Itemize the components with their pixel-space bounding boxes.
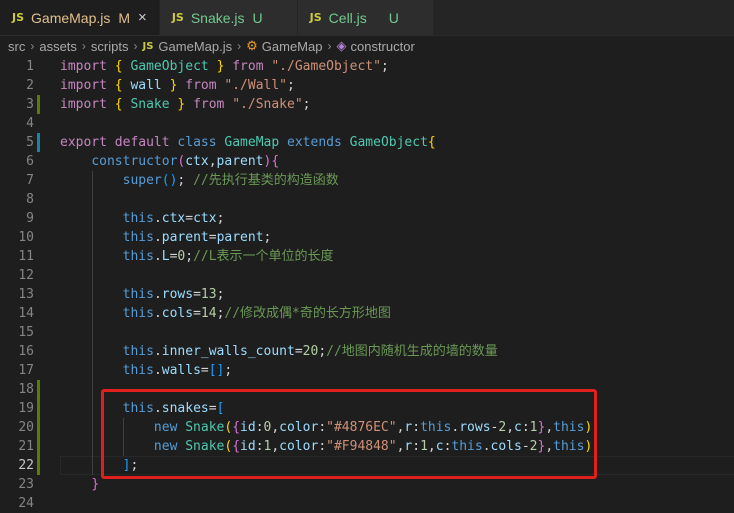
breadcrumb-item-class[interactable]: GameMap xyxy=(262,39,323,54)
code-line[interactable]: 1 import { GameObject } from "./GameObjec… xyxy=(0,57,734,76)
git-added-gutter[interactable] xyxy=(37,418,40,437)
line-number: 2 xyxy=(26,78,34,93)
breadcrumb-item-constructor[interactable]: constructor xyxy=(350,39,414,54)
close-icon[interactable]: × xyxy=(138,9,147,26)
line-number: 6 xyxy=(26,154,34,169)
code-line[interactable]: 7 super(); //先执行基类的构造函数 xyxy=(0,171,734,190)
code-line[interactable]: 8 xyxy=(0,190,734,209)
git-added-gutter[interactable] xyxy=(37,95,40,114)
chevron-right-icon: › xyxy=(237,39,242,53)
tab-snake[interactable]: JS Snake.js U xyxy=(159,0,298,35)
code-line[interactable]: 17 this.walls=[]; xyxy=(0,361,734,380)
tab-label: GameMap.js xyxy=(31,9,111,26)
line-number: 22 xyxy=(18,458,34,473)
code-text: this.cols=14;//修改成偶*奇的长方形地图 xyxy=(122,306,391,321)
breadcrumb-item-scripts[interactable]: scripts xyxy=(91,39,129,54)
line-number: 18 xyxy=(18,382,34,397)
line-number: 17 xyxy=(18,363,34,378)
tab-git-status: U xyxy=(252,9,263,26)
breadcrumb-item-file[interactable]: GameMap.js xyxy=(158,39,232,54)
git-modified-gutter[interactable] xyxy=(37,133,40,152)
js-file-icon: JS xyxy=(171,11,184,24)
code-line[interactable]: 9 this.ctx=ctx; xyxy=(0,209,734,228)
code-text: import { Snake } from "./Snake"; xyxy=(60,97,311,112)
line-number: 21 xyxy=(18,439,34,454)
line-number: 16 xyxy=(18,344,34,359)
git-added-gutter[interactable] xyxy=(37,380,40,399)
code-text: super(); //先执行基类的构造函数 xyxy=(122,173,339,188)
code-text: } xyxy=(91,477,100,492)
code-line[interactable]: 13 this.rows=13; xyxy=(0,285,734,304)
line-number: 12 xyxy=(18,268,34,283)
js-file-icon: JS xyxy=(12,11,25,24)
class-symbol-icon: ⚙ xyxy=(246,38,258,53)
breadcrumb-item-assets[interactable]: assets xyxy=(39,39,77,54)
js-file-icon: JS xyxy=(309,11,322,24)
line-number: 8 xyxy=(26,192,34,207)
code-text: import { wall } from "./Wall"; xyxy=(60,78,295,93)
code-line[interactable]: 4 xyxy=(0,114,734,133)
code-line[interactable]: 24 xyxy=(0,494,734,513)
editor-tab-bar: JS GameMap.js M × JS Snake.js U JS Cell.… xyxy=(0,0,734,36)
line-number: 14 xyxy=(18,306,34,321)
code-text: import { GameObject } from "./GameObject… xyxy=(60,59,389,74)
line-number: 1 xyxy=(26,59,34,74)
line-number: 9 xyxy=(26,211,34,226)
line-number: 23 xyxy=(18,477,34,492)
code-text: this.ctx=ctx; xyxy=(122,211,225,226)
breadcrumb-item-src[interactable]: src xyxy=(8,39,25,54)
tab-label: Snake.js xyxy=(190,9,245,26)
code-line[interactable]: 2 import { wall } from "./Wall"; xyxy=(0,76,734,95)
line-number: 13 xyxy=(18,287,34,302)
code-text: this.walls=[]; xyxy=(122,363,233,378)
red-annotation-box xyxy=(101,389,597,479)
code-line[interactable]: 15 xyxy=(0,323,734,342)
tab-git-status: M xyxy=(118,9,131,26)
code-line[interactable]: 6 constructor(ctx,parent){ xyxy=(0,152,734,171)
code-line[interactable]: 5 export default class GameMap extends Ga… xyxy=(0,133,734,152)
git-added-gutter[interactable] xyxy=(37,437,40,456)
breadcrumb: src › assets › scripts › JS GameMap.js ›… xyxy=(0,35,734,57)
code-line[interactable]: 12 xyxy=(0,266,734,285)
method-symbol-icon: ◈ xyxy=(336,38,347,53)
line-number: 24 xyxy=(18,496,34,511)
line-number: 15 xyxy=(18,325,34,340)
code-text: this.rows=13; xyxy=(122,287,225,302)
line-number: 19 xyxy=(18,401,34,416)
line-number: 11 xyxy=(18,249,34,264)
chevron-right-icon: › xyxy=(30,39,35,53)
code-line[interactable]: 11 this.L=0;//L表示一个单位的长度 xyxy=(0,247,734,266)
chevron-right-icon: › xyxy=(327,39,332,53)
line-number: 4 xyxy=(26,116,34,131)
git-added-gutter[interactable] xyxy=(37,399,40,418)
chevron-right-icon: › xyxy=(133,39,138,53)
code-text: this.L=0;//L表示一个单位的长度 xyxy=(122,249,334,264)
chevron-right-icon: › xyxy=(81,39,86,53)
code-line[interactable]: 3 import { Snake } from "./Snake"; xyxy=(0,95,734,114)
line-number: 20 xyxy=(18,420,34,435)
code-line[interactable]: 16 this.inner_walls_count=20;//地图内随机生成的墙… xyxy=(0,342,734,361)
tab-label: Cell.js xyxy=(328,9,367,26)
git-added-gutter[interactable] xyxy=(37,456,40,475)
code-text: this.inner_walls_count=20;//地图内随机生成的墙的数量 xyxy=(122,344,498,359)
tab-cell[interactable]: JS Cell.js U xyxy=(297,0,434,35)
code-line[interactable]: 10 this.parent=parent; xyxy=(0,228,734,247)
code-text: export default class GameMap extends Gam… xyxy=(60,135,436,150)
tab-gamemap[interactable]: JS GameMap.js M × xyxy=(0,0,160,35)
code-text: constructor(ctx,parent){ xyxy=(91,154,280,169)
line-number: 3 xyxy=(26,97,34,112)
line-number: 7 xyxy=(26,173,34,188)
code-line[interactable]: 14 this.cols=14;//修改成偶*奇的长方形地图 xyxy=(0,304,734,323)
indent-guide xyxy=(92,171,93,475)
line-number: 5 xyxy=(26,135,34,150)
tab-git-status: U xyxy=(388,9,399,26)
js-file-icon: JS xyxy=(142,40,154,52)
line-number: 10 xyxy=(18,230,34,245)
